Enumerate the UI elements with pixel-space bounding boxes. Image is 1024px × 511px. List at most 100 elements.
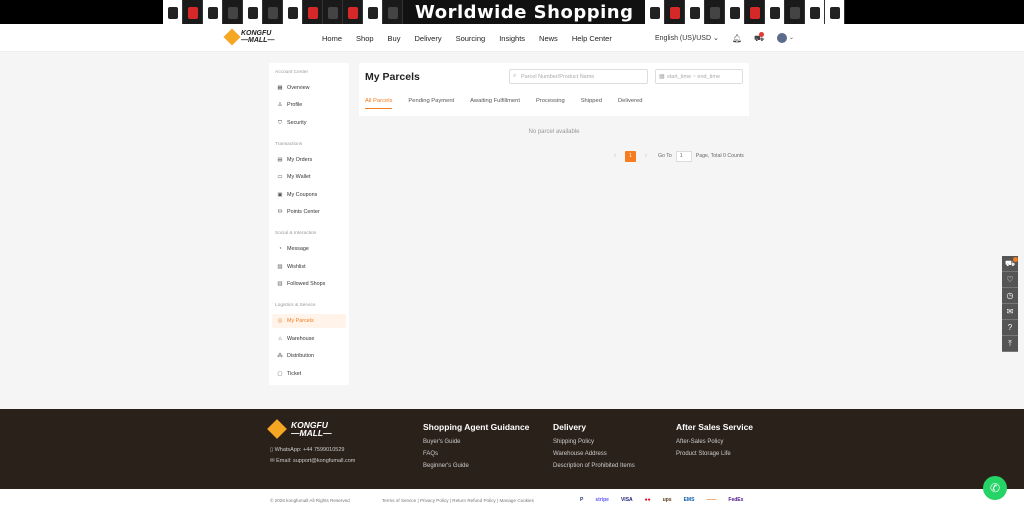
sidebar-item-security[interactable]: ⛉ Security [272, 116, 346, 130]
banner-product [685, 0, 706, 24]
chevron-left-icon[interactable]: ‹ [611, 153, 619, 159]
site-logo[interactable]: KONGFU —MALL— [223, 28, 275, 46]
nav-home[interactable]: Home [322, 34, 342, 43]
nav-buy[interactable]: Buy [388, 34, 401, 43]
search-placeholder: Parcel Number/Product Name [521, 73, 595, 80]
nav-sourcing[interactable]: Sourcing [456, 34, 486, 43]
points-icon: ⛁ [277, 209, 283, 215]
whatsapp-chat-icon[interactable]: ✆ [983, 476, 1007, 500]
site-footer: KONGFU —MALL— ▯ WhatsApp: +44 7599010529… [0, 409, 1024, 489]
promo-banner[interactable]: Worldwide Shopping [0, 0, 1024, 24]
history-icon[interactable]: ◷ [1002, 288, 1018, 304]
cart-badge [759, 32, 764, 37]
sidebar-item-my-parcels[interactable]: ◎ My Parcels [272, 314, 346, 328]
mail-icon[interactable]: ✉ [1002, 304, 1018, 320]
sidebar-section-title: Transactions [275, 142, 303, 147]
banner-product [765, 0, 786, 24]
ups-icon: ups [662, 497, 672, 503]
legal-links[interactable]: Terms of Service | Privacy Policy | Retu… [382, 498, 534, 503]
distribution-icon: ⁂ [277, 353, 283, 359]
sidebar-item-profile[interactable]: ♙ Profile [272, 98, 346, 112]
nav-help-center[interactable]: Help Center [572, 34, 612, 43]
promo-banner-content[interactable]: Worldwide Shopping [163, 0, 846, 24]
sidebar-item-my-coupons[interactable]: ▣ My Coupons [272, 188, 346, 202]
sidebar-item-label: My Parcels [287, 318, 314, 324]
footer-link-prohibited-items[interactable]: Description of Prohibited Items [553, 463, 635, 469]
banner-title: Worldwide Shopping [415, 1, 634, 23]
sidebar-item-my-orders[interactable]: ▤ My Orders [272, 153, 346, 167]
tab-pending-payment[interactable]: Pending Payment [408, 98, 454, 109]
sidebar-item-ticket[interactable]: ▢ Ticket [272, 367, 346, 381]
sidebar-item-followed-shops[interactable]: ▥ Followed Shops [272, 277, 346, 291]
banner-product [283, 0, 303, 24]
logo-mark-icon [223, 28, 241, 46]
footer-email[interactable]: ✉ Email: support@kongfumall.com [270, 458, 355, 464]
language-label: English (US)/USD [655, 35, 712, 42]
footer-link-beginners-guide[interactable]: Beginner's Guide [423, 463, 529, 469]
footer-link-faqs[interactable]: FAQs [423, 451, 529, 457]
tab-awaiting-fulfillment[interactable]: Awaiting Fulfillment [470, 98, 520, 109]
sidebar-item-my-wallet[interactable]: ▭ My Wallet [272, 170, 346, 184]
nav-shop[interactable]: Shop [356, 34, 374, 43]
goto-input[interactable]: 1 [675, 150, 692, 162]
footer-link-product-storage-life[interactable]: Product Storage Life [676, 451, 753, 457]
floating-toolbar: ⛟ ♡ ◷ ✉ ? ⤒ [1002, 256, 1018, 352]
wishlist-icon: ▧ [277, 264, 283, 270]
sidebar-item-warehouse[interactable]: ⌂ Warehouse [272, 332, 346, 346]
nav-delivery[interactable]: Delivery [414, 34, 441, 43]
nav-news[interactable]: News [539, 34, 558, 43]
avatar[interactable] [777, 33, 787, 43]
sidebar-item-overview[interactable]: ▦ Overview [272, 81, 346, 95]
heart-icon[interactable]: ♡ [1002, 272, 1018, 288]
bell-icon[interactable]: 🔔︎ [732, 34, 742, 43]
sidebar-item-distribution[interactable]: ⁂ Distribution [272, 349, 346, 363]
logo-text: KONGFU —MALL— [291, 420, 332, 438]
mastercard-icon: ●● [644, 497, 651, 503]
visa-icon: VISA [620, 497, 633, 503]
banner-product [303, 0, 323, 24]
date-range-picker[interactable]: ▦ start_time ~ end_time [655, 69, 743, 84]
chevron-right-icon[interactable]: › [642, 153, 650, 159]
banner-product [243, 0, 263, 24]
pagination: ‹ 1 › Go To 1 Page, Total 0 Counts [611, 150, 744, 162]
search-input[interactable]: ⌕ Parcel Number/Product Name [509, 69, 648, 84]
banner-product [805, 0, 826, 24]
banner-products-left [163, 0, 403, 24]
footer-link-shipping-policy[interactable]: Shipping Policy [553, 439, 635, 445]
footer-whatsapp[interactable]: ▯ WhatsApp: +44 7599010529 [270, 447, 344, 453]
grid-icon: ▦ [277, 85, 283, 91]
footer-link-buyers-guide[interactable]: Buyer's Guide [423, 439, 529, 445]
help-icon[interactable]: ? [1002, 320, 1018, 336]
banner-product [665, 0, 686, 24]
ticket-icon: ▢ [277, 371, 283, 377]
footer-link-after-sales-policy[interactable]: After-Sales Policy [676, 439, 753, 445]
banner-product [223, 0, 243, 24]
language-selector[interactable]: English (US)/USD ⌄ [655, 34, 719, 42]
footer-link-warehouse-address[interactable]: Warehouse Address [553, 451, 635, 457]
banner-product [183, 0, 203, 24]
footer-logo[interactable]: KONGFU —MALL— [267, 419, 332, 439]
stripe-icon: stripe [595, 497, 609, 503]
tab-shipped[interactable]: Shipped [581, 98, 602, 109]
tab-delivered[interactable]: Delivered [618, 98, 643, 109]
chevron-down-icon[interactable]: ⌄ [789, 34, 794, 41]
sidebar-item-wishlist[interactable]: ▧ Wishlist [272, 260, 346, 274]
parcel-icon: ◎ [277, 318, 283, 324]
account-sidebar: Account Center ▦ Overview ♙ Profile ⛉ Se… [269, 63, 349, 385]
wallet-icon: ▭ [277, 174, 283, 180]
nav-insights[interactable]: Insights [499, 34, 525, 43]
page-number[interactable]: 1 [625, 150, 636, 162]
back-to-top-icon[interactable]: ⤒ [1002, 336, 1018, 352]
sidebar-item-label: Message [287, 246, 309, 252]
user-icon: ♙ [277, 102, 283, 108]
banner-product [725, 0, 746, 24]
empty-state: No parcel available [528, 129, 580, 135]
sidebar-item-points-center[interactable]: ⛁ Points Center [272, 205, 346, 219]
tab-all-parcels[interactable]: All Parcels [365, 98, 393, 109]
tab-processing[interactable]: Processing [536, 98, 565, 109]
logo-text: KONGFU —MALL— [241, 30, 275, 44]
carrier-icon: —— [706, 497, 717, 503]
sidebar-item-message[interactable]: ◔ Message [272, 242, 346, 256]
sidebar-item-label: Distribution [287, 353, 314, 359]
site-header: KONGFU —MALL— Home Shop Buy Delivery Sou… [0, 24, 1024, 52]
